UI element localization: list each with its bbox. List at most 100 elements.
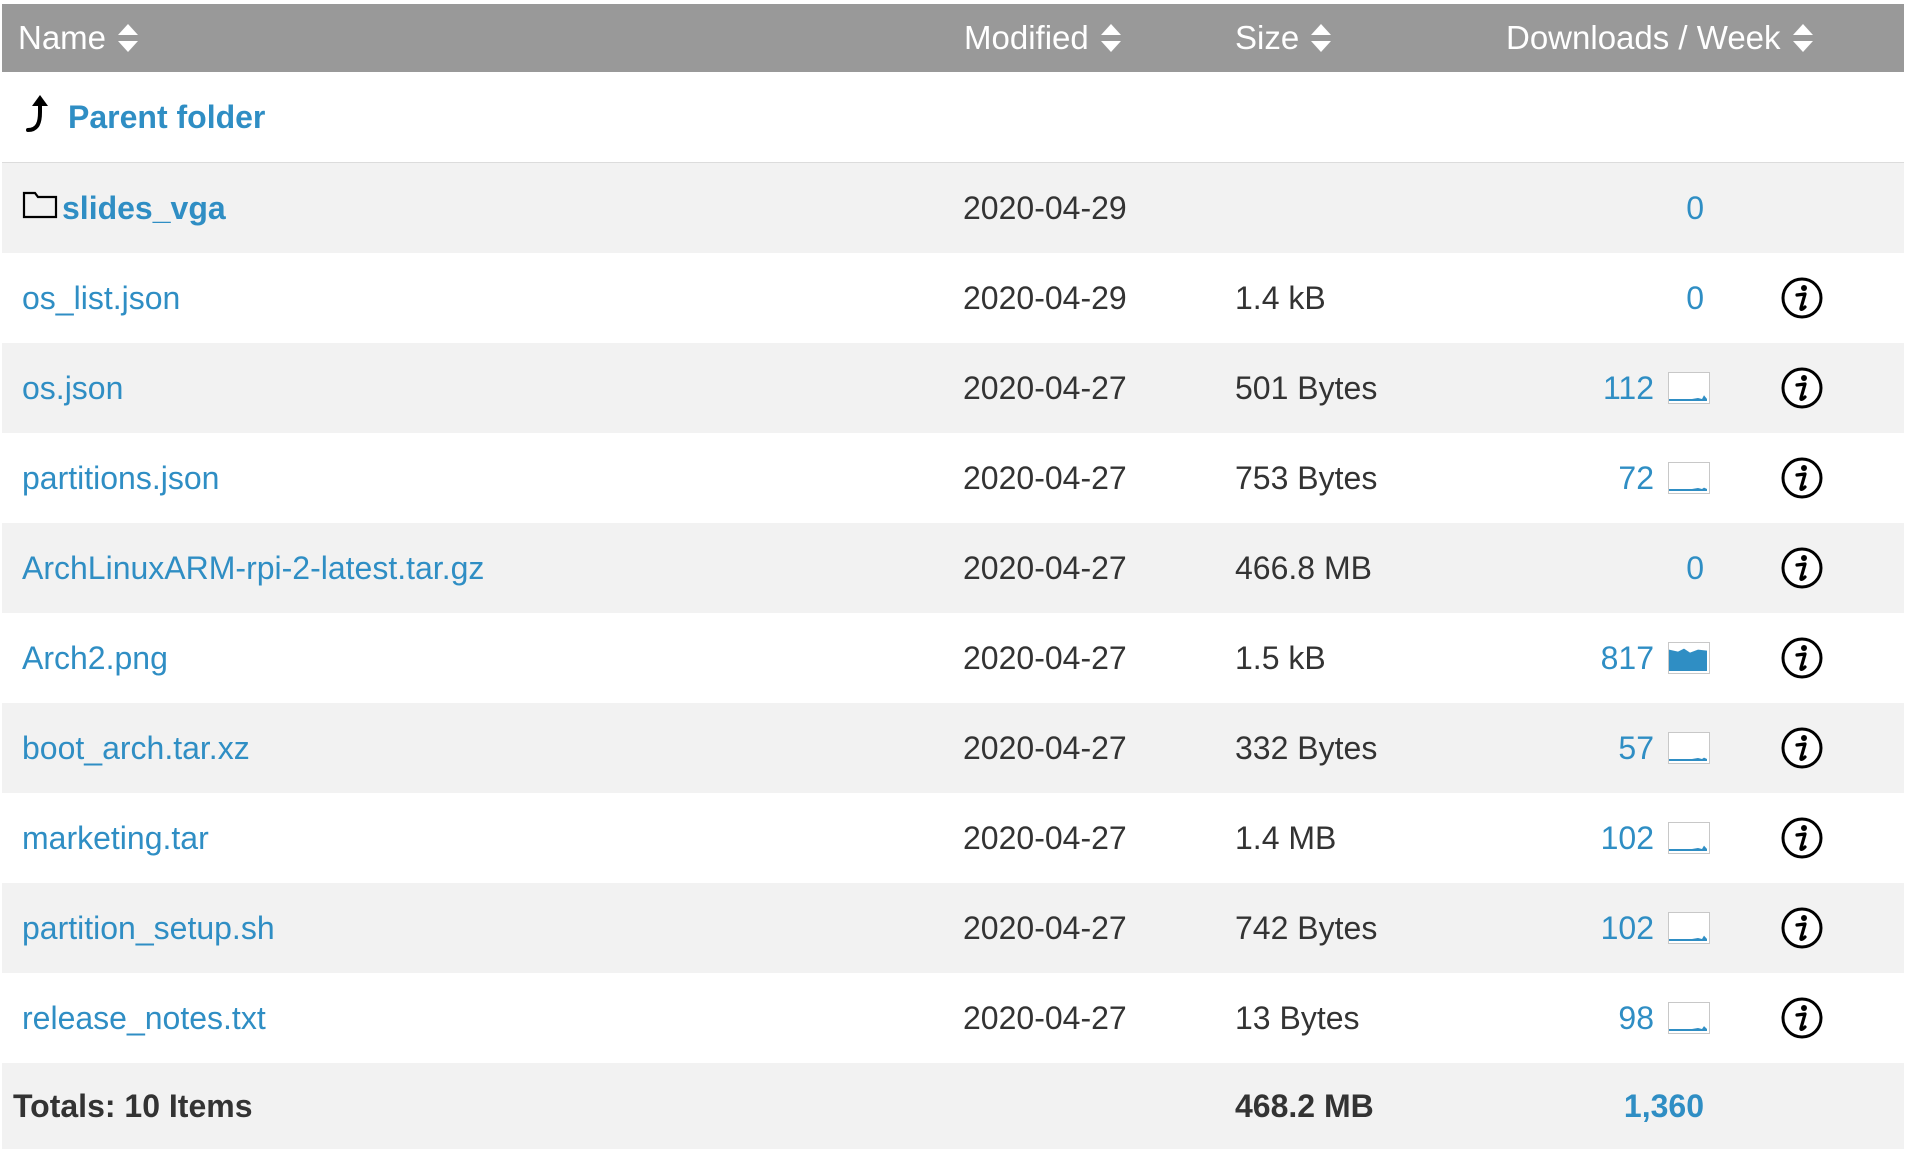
downloads-count: 102 [1402,793,1654,883]
file-size: 13 Bytes [1235,999,1360,1036]
downloads-link[interactable]: 98 [1618,1000,1654,1037]
file-link[interactable]: os_list.json [22,280,180,317]
download-sparkline[interactable] [1668,883,1710,973]
download-sparkline[interactable] [1668,703,1710,793]
file-name-cell: slides_vga [22,163,226,253]
downloads-count: 72 [1402,433,1654,523]
modified-date: 2020-04-27 [963,549,1127,586]
table-row: Arch2.png 2020-04-27 1.5 kB 817 [2,613,1904,703]
file-link[interactable]: release_notes.txt [22,1000,266,1037]
file-name-cell: Arch2.png [22,613,168,703]
file-link[interactable]: partition_setup.sh [22,910,275,947]
downloads-count: 0 [1402,163,1704,253]
file-link[interactable]: partitions.json [22,460,219,497]
info-icon[interactable] [1780,343,1824,433]
file-size: 753 Bytes [1235,459,1378,496]
header-size[interactable]: Size [1235,4,1333,72]
header-modified-label: Modified [964,19,1089,56]
downloads-count: 817 [1402,613,1654,703]
header-modified[interactable]: Modified [964,4,1123,72]
file-size: 1.4 MB [1235,819,1337,856]
sort-icon[interactable] [1791,22,1815,54]
downloads-link[interactable]: 57 [1618,730,1654,767]
file-name-cell: os.json [22,343,123,433]
downloads-link[interactable]: 102 [1601,910,1654,947]
folder-link[interactable]: slides_vga [62,190,226,227]
file-name-cell: partition_setup.sh [22,883,275,973]
file-size: 332 Bytes [1235,729,1378,766]
downloads-link[interactable]: 817 [1601,640,1654,677]
modified-date: 2020-04-27 [963,369,1127,406]
header-downloads[interactable]: Downloads / Week [1506,4,1815,72]
parent-folder-label[interactable]: Parent folder [68,99,265,136]
header-size-label: Size [1235,19,1300,56]
file-link[interactable]: boot_arch.tar.xz [22,730,250,767]
table-row: partition_setup.sh 2020-04-27 742 Bytes 102 [2,883,1904,973]
table-row: marketing.tar 2020-04-27 1.4 MB 102 [2,793,1904,883]
sort-icon[interactable] [116,22,140,54]
file-name-cell: boot_arch.tar.xz [22,703,250,793]
modified-date: 2020-04-27 [963,729,1127,766]
downloads-link[interactable]: 102 [1601,820,1654,857]
downloads-link[interactable]: 72 [1618,460,1654,497]
file-link[interactable]: Arch2.png [22,640,168,677]
table-row: boot_arch.tar.xz 2020-04-27 332 Bytes 57 [2,703,1904,793]
totals-label: Totals: 10 Items [13,1087,253,1124]
totals-size: 468.2 MB [1235,1087,1374,1124]
download-sparkline[interactable] [1668,973,1710,1063]
downloads-count: 102 [1402,883,1654,973]
downloads-link[interactable]: 0 [1686,550,1704,587]
info-icon[interactable] [1780,793,1824,883]
download-sparkline[interactable] [1668,433,1710,523]
table-row: os_list.json 2020-04-29 1.4 kB 0 [2,253,1904,343]
downloads-link[interactable]: 0 [1686,280,1704,317]
table-header: Name Modified Size Downloads / Week [2,4,1904,72]
file-table: Name Modified Size Downloads / Week Pare… [2,4,1904,1149]
info-icon[interactable] [1780,703,1824,793]
modified-date: 2020-04-29 [963,189,1127,226]
totals-row: Totals: 10 Items 468.2 MB 1,360 [2,1063,1904,1149]
file-list: slides_vga 2020-04-29 0 os_list.json 2020-04… [2,163,1904,1063]
download-sparkline[interactable] [1668,793,1710,883]
file-link[interactable]: os.json [22,370,123,407]
downloads-link[interactable]: 112 [1603,370,1654,407]
modified-date: 2020-04-27 [963,909,1127,946]
downloads-count: 57 [1402,703,1654,793]
modified-date: 2020-04-29 [963,279,1127,316]
modified-date: 2020-04-27 [963,999,1127,1036]
info-icon[interactable] [1780,433,1824,523]
file-size: 501 Bytes [1235,369,1378,406]
downloads-count: 112 [1402,343,1654,433]
file-name-cell: marketing.tar [22,793,209,883]
downloads-count: 98 [1402,973,1654,1063]
info-icon[interactable] [1780,613,1824,703]
table-row: partitions.json 2020-04-27 753 Bytes 72 [2,433,1904,523]
info-icon[interactable] [1780,523,1824,613]
table-row: ArchLinuxARM-rpi-2-latest.tar.gz 2020-04-… [2,523,1904,613]
sort-icon[interactable] [1099,22,1123,54]
file-size: 742 Bytes [1235,909,1378,946]
file-name-cell: release_notes.txt [22,973,266,1063]
modified-date: 2020-04-27 [963,819,1127,856]
info-icon[interactable] [1780,973,1824,1063]
downloads-count: 0 [1402,253,1704,343]
download-sparkline[interactable] [1668,613,1710,703]
modified-date: 2020-04-27 [963,639,1127,676]
header-name[interactable]: Name [18,4,140,72]
parent-folder-link[interactable]: Parent folder [22,72,265,162]
downloads-count: 0 [1402,523,1704,613]
downloads-link[interactable]: 0 [1686,190,1704,227]
folder-icon [22,189,58,227]
file-link[interactable]: ArchLinuxARM-rpi-2-latest.tar.gz [22,550,484,587]
header-downloads-label: Downloads / Week [1506,19,1781,56]
modified-date: 2020-04-27 [963,459,1127,496]
info-icon[interactable] [1780,883,1824,973]
info-icon[interactable] [1780,253,1824,343]
file-link[interactable]: marketing.tar [22,820,209,857]
sort-icon[interactable] [1309,22,1333,54]
arrow-up-icon [22,92,54,142]
file-name-cell: os_list.json [22,253,180,343]
parent-folder-row[interactable]: Parent folder [2,72,1904,163]
file-size: 466.8 MB [1235,549,1372,586]
download-sparkline[interactable] [1668,343,1710,433]
